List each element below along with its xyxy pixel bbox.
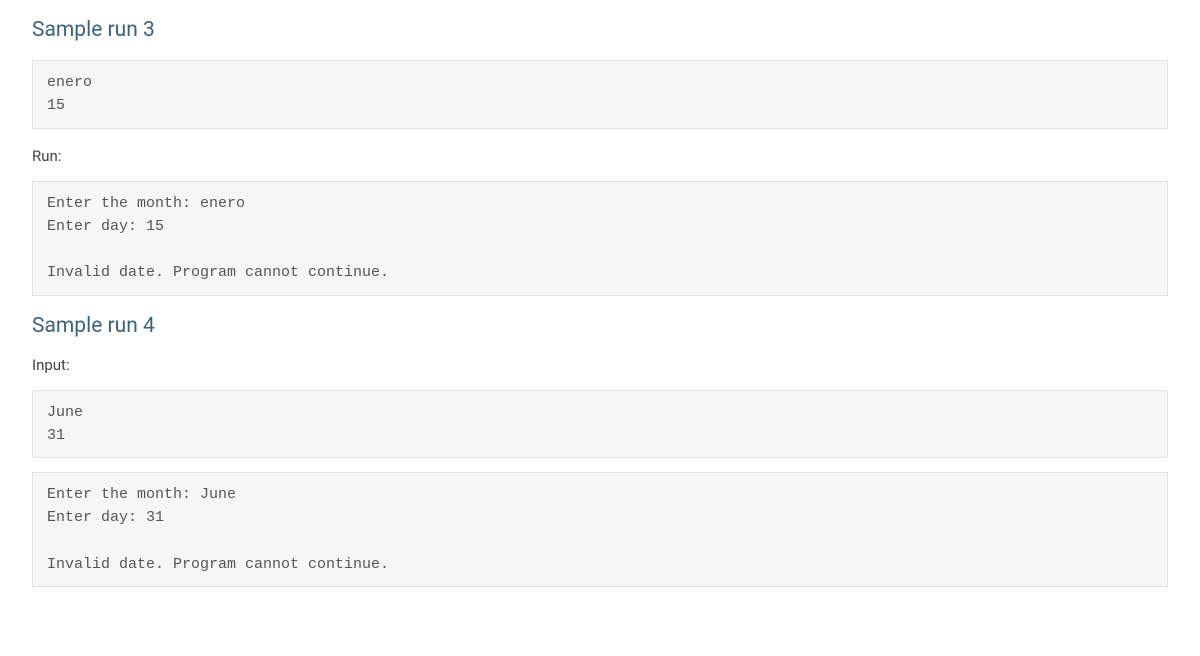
sample-run-4-output-block: Enter the month: June Enter day: 31 Inva…	[32, 472, 1168, 587]
sample-run-4-input-label: Input:	[32, 356, 1168, 374]
sample-run-3-run-label: Run:	[32, 147, 1168, 165]
sample-run-3-output-block: Enter the month: enero Enter day: 15 Inv…	[32, 181, 1168, 296]
sample-run-4-heading: Sample run 4	[32, 314, 1168, 338]
sample-run-3-input-block: enero 15	[32, 60, 1168, 129]
sample-run-3-heading: Sample run 3	[32, 18, 1168, 42]
sample-run-4-input-block: June 31	[32, 390, 1168, 459]
